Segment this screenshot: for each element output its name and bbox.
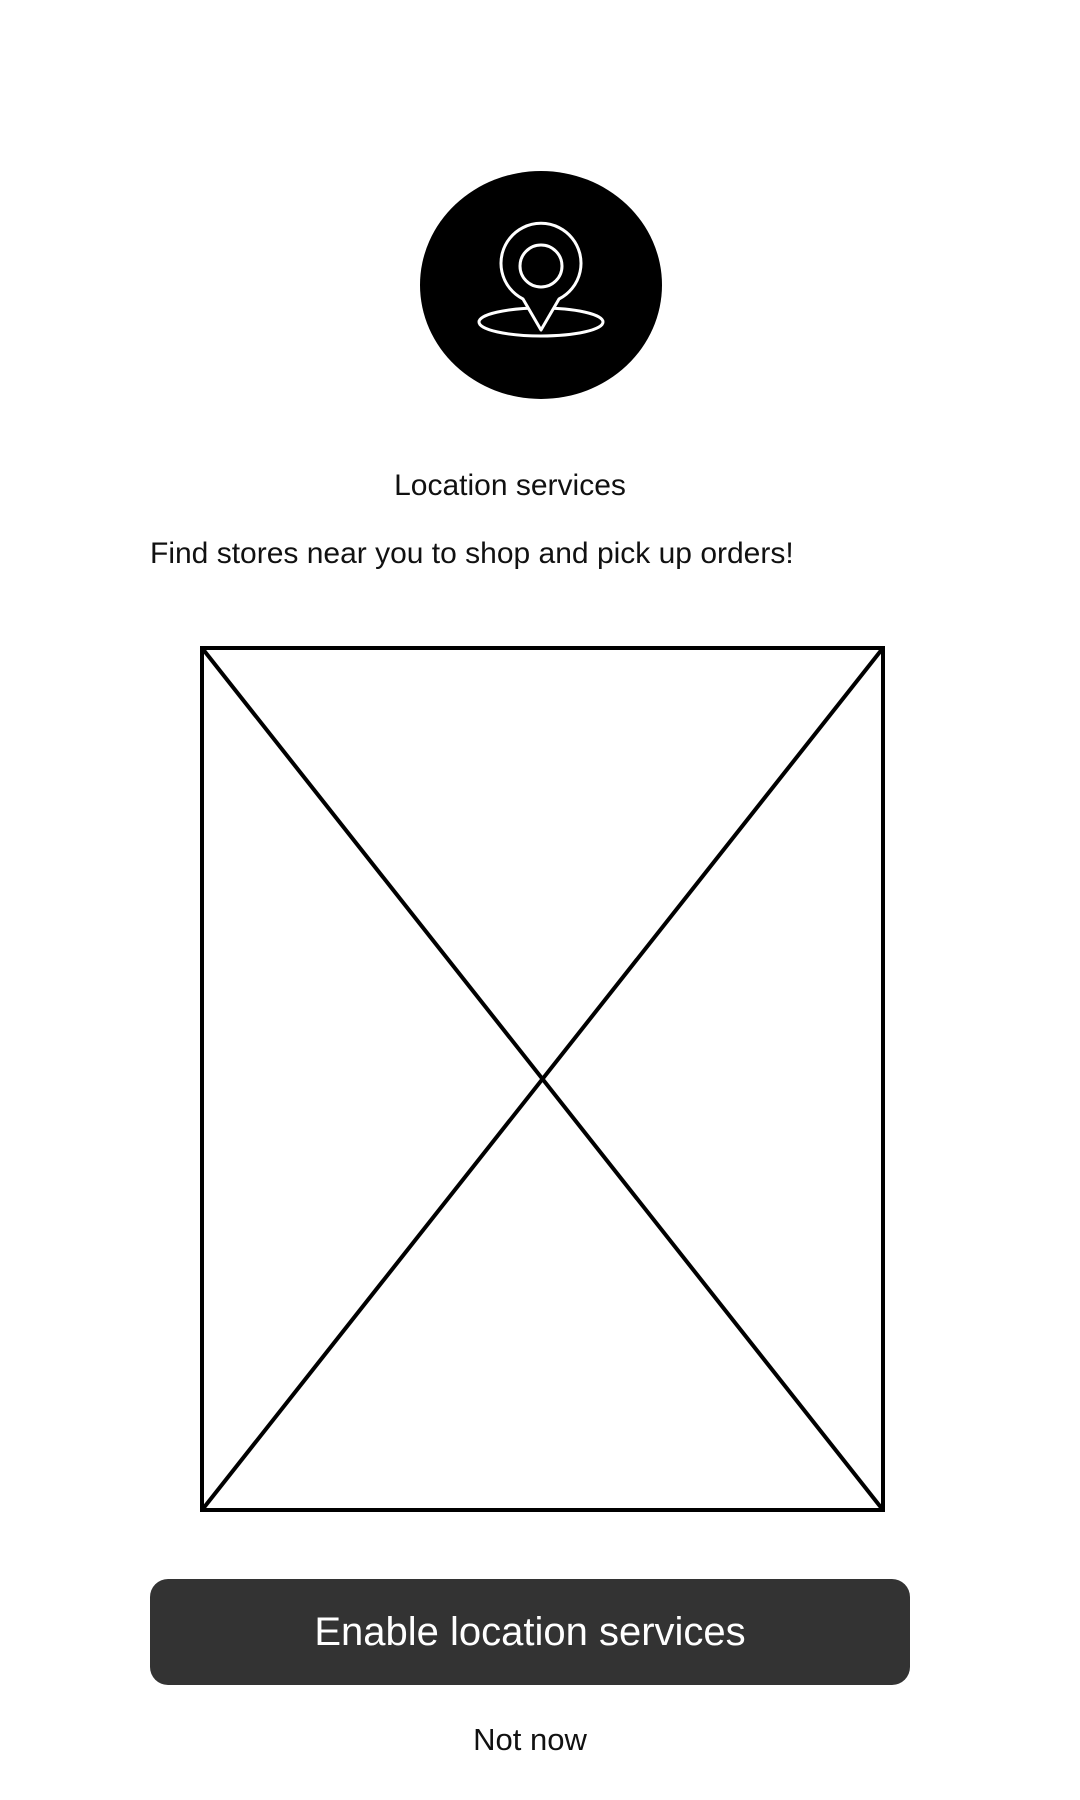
enable-location-services-button[interactable]: Enable location services [150,1579,910,1685]
not-now-button[interactable]: Not now [380,1715,680,1765]
location-pin-icon [477,221,605,338]
location-icon-circle [420,171,662,399]
page-title: Location services [394,469,626,502]
image-placeholder [200,646,885,1512]
description-text: Find stores near you to shop and pick up… [150,537,794,570]
